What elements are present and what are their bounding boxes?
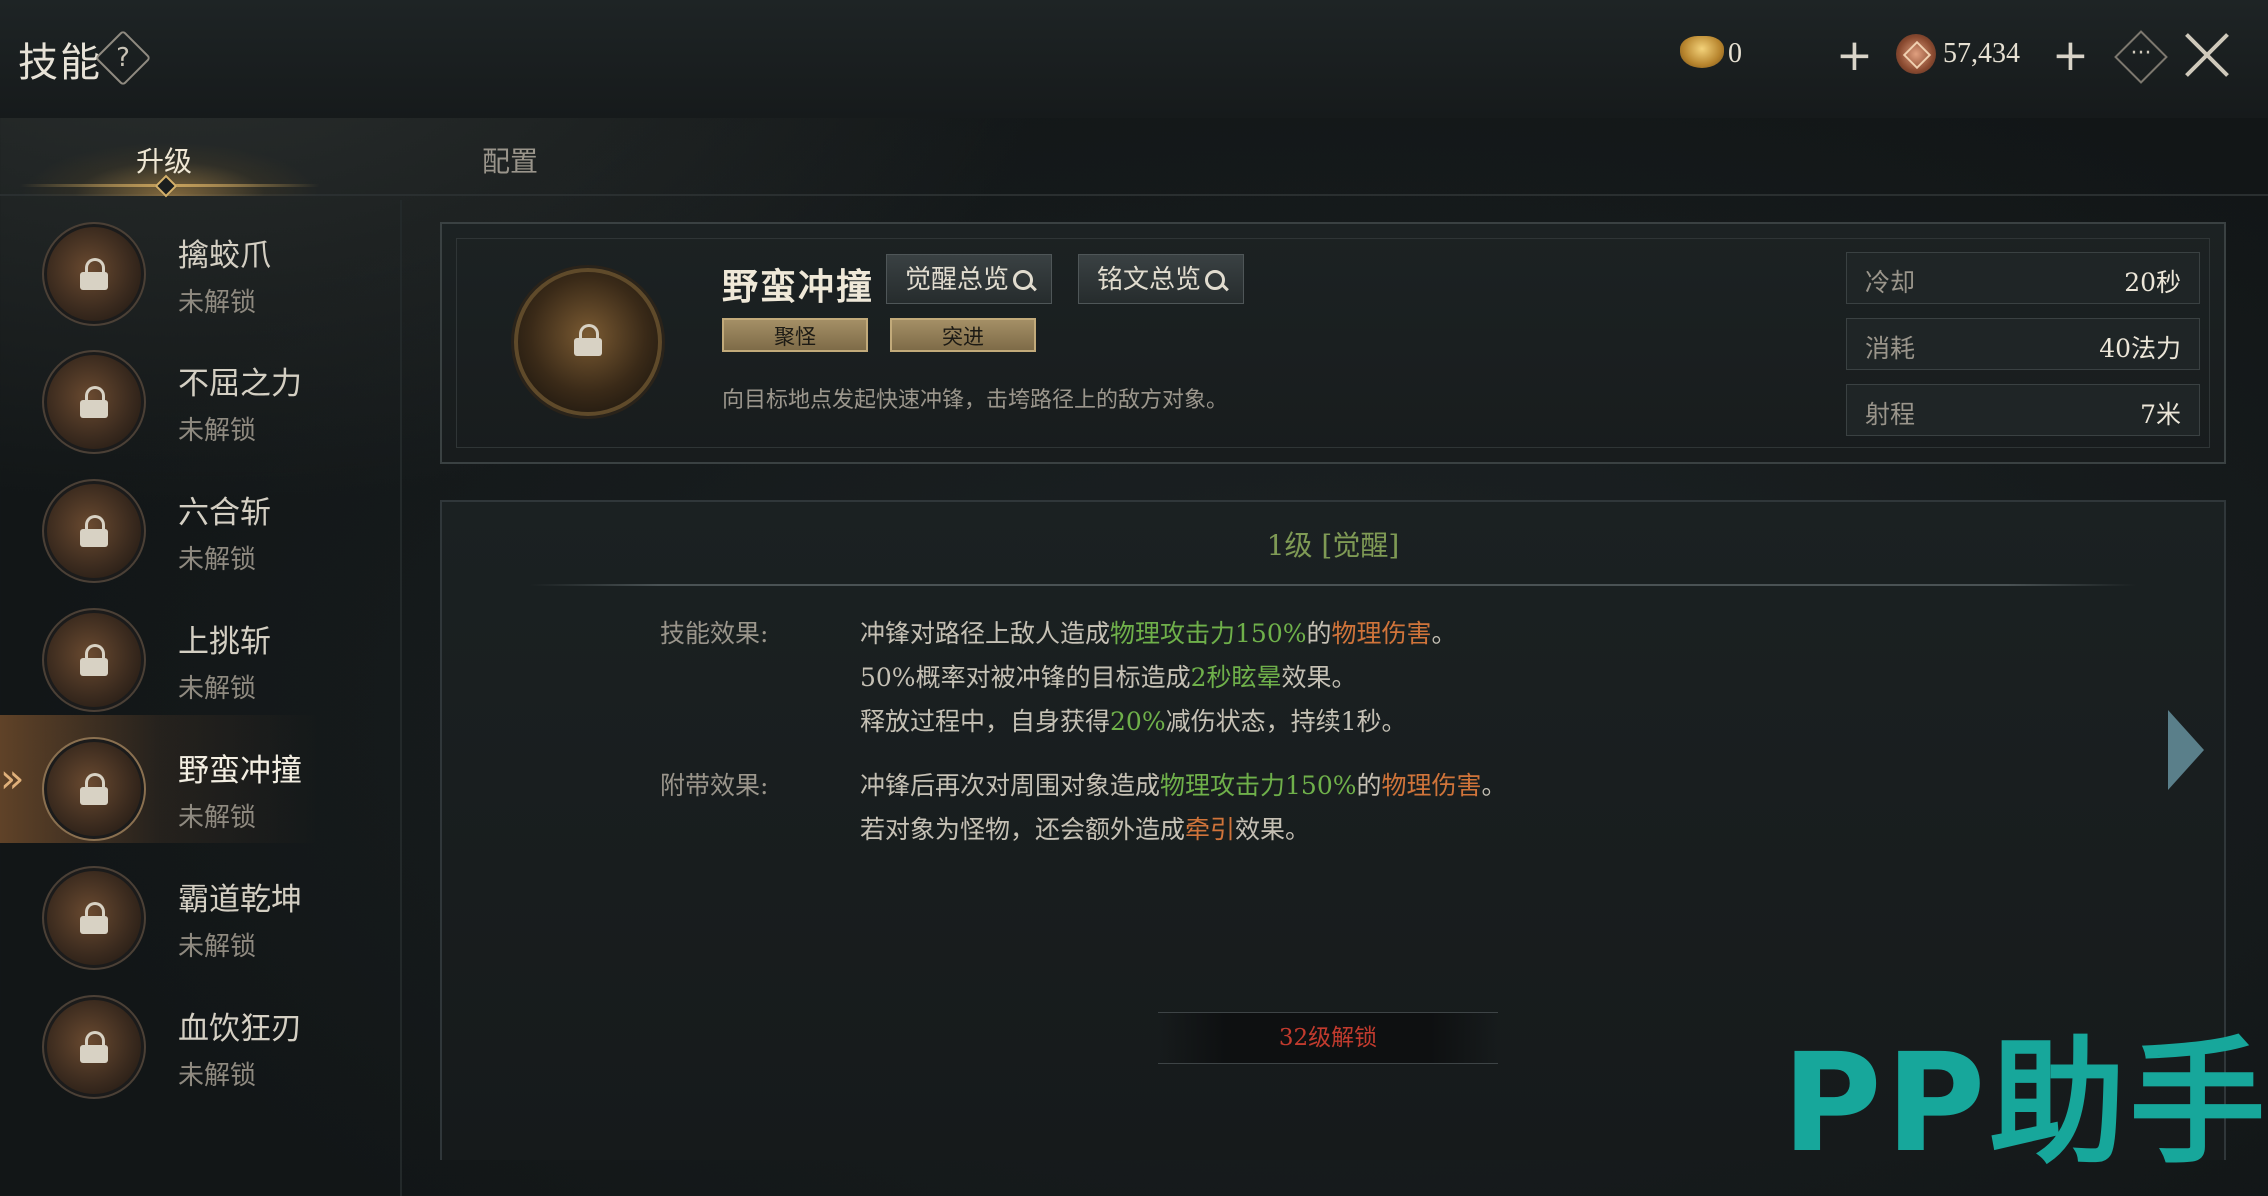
search-icon [1013,270,1034,290]
lock-icon [78,386,110,418]
stat-cost: 消耗 40法力 [1846,318,2200,370]
skill-status: 未解锁 [178,803,257,833]
help-button[interactable]: ? [94,29,152,87]
skill-status: 未解锁 [178,288,257,318]
gold-ingot-icon [1680,36,1724,68]
skill-item-selected[interactable]: » 野蛮冲撞 未解锁 [0,715,398,843]
coin-amount: 57,434 [1943,38,2020,69]
effect-line: 冲锋后再次对周围对象造成物理攻击力150%的物理伤害。 [860,771,1507,800]
divider [530,584,2136,586]
lock-icon [78,1031,110,1063]
skill-icon [42,995,146,1099]
skill-status: 未解锁 [178,416,257,446]
inscription-overview-label: 铭文总览 [1097,265,1202,295]
skill-icon [42,866,146,970]
skill-effect-label: 技能效果: [660,619,769,648]
selected-arrow-icon: » [0,756,25,802]
lock-icon [572,324,604,356]
tab-upgrade[interactable]: 升级 [136,140,192,180]
effect-line: 冲锋对路径上敌人造成物理攻击力150%的物理伤害。 [860,619,1457,648]
skill-icon [42,608,146,712]
unlock-level-banner: 32级解锁 [1158,1012,1498,1064]
skill-name: 血饮狂刃 [178,1011,302,1047]
skill-name: 霸道乾坤 [178,882,302,918]
selected-skill-icon [514,268,662,416]
tab-bar: 升级 配置 [0,118,2268,196]
skill-tag: 突进 [890,318,1036,352]
level-title: 1级 [觉醒] [1266,529,1400,562]
stat-label: 射程 [1865,400,1916,429]
add-coin-button[interactable]: + [2052,34,2089,78]
skill-tag: 聚怪 [722,318,868,352]
awaken-overview-button[interactable]: 觉醒总览 [886,254,1053,304]
effect-line: 若对象为怪物，还会额外造成牵引效果。 [860,815,1311,844]
inscription-overview-button[interactable]: 铭文总览 [1078,254,1245,304]
skill-detail-panel: 野蛮冲撞 觉醒总览 铭文总览 聚怪 突进 向目标地点发起快速冲锋，击垮路径上的敌… [440,222,2226,464]
skill-item[interactable]: 六合斩 未解锁 [0,457,398,585]
more-icon: ··· [2130,41,2152,66]
skill-item[interactable]: 霸道乾坤 未解锁 [0,844,398,972]
more-button[interactable]: ··· [2114,30,2168,84]
skill-list: 擒蛟爪 未解锁 不屈之力 未解锁 六合斩 未解锁 上挑斩 未解锁 » 野蛮冲撞 … [0,200,402,1196]
stat-value: 20秒 [2124,268,2181,297]
skill-icon [42,350,146,454]
stat-label: 冷却 [1865,268,1916,297]
lock-icon [78,773,110,805]
stat-value: 40法力 [2099,334,2181,363]
skill-description: 向目标地点发起快速冲锋，击垮路径上的敌方对象。 [722,388,1229,413]
tab-config[interactable]: 配置 [482,140,538,180]
stat-value: 7米 [2140,400,2181,429]
search-icon [1205,270,1226,290]
skill-item[interactable]: 不屈之力 未解锁 [0,328,398,456]
skill-name: 野蛮冲撞 [178,753,302,789]
gold-amount: 0 [1728,38,1742,69]
skill-status: 未解锁 [178,674,257,704]
stat-label: 消耗 [1865,334,1916,363]
lock-icon [78,644,110,676]
effect-line: 50%概率对被冲锋的目标造成2秒眩晕效果。 [860,663,1357,692]
help-icon: ? [116,43,130,73]
extra-effect-label: 附带效果: [660,771,769,800]
watermark-logo: PP助手 [1782,1025,2268,1183]
top-bar: 技能 ? 0 + 57,434 + ··· [0,0,2268,118]
skill-icon [42,737,146,841]
stat-range: 射程 7米 [1846,384,2200,436]
skill-status: 未解锁 [178,545,257,575]
page-title: 技能 [18,40,102,86]
next-level-arrow-icon[interactable] [2168,710,2204,790]
skill-item[interactable]: 擒蛟爪 未解锁 [0,200,398,328]
skill-name: 六合斩 [178,495,271,531]
skill-icon [42,479,146,583]
skill-name: 擒蛟爪 [178,238,271,274]
effect-line: 释放过程中，自身获得20%减伤状态，持续1秒。 [860,707,1407,736]
awaken-overview-label: 觉醒总览 [905,265,1010,295]
skill-item[interactable]: 血饮狂刃 未解锁 [0,973,398,1101]
stat-cooldown: 冷却 20秒 [1846,252,2200,304]
skill-title: 野蛮冲撞 [722,266,875,308]
skill-item[interactable]: 上挑斩 未解锁 [0,586,398,714]
lock-icon [78,902,110,934]
skill-name: 不屈之力 [178,366,302,402]
skill-status: 未解锁 [178,932,257,962]
skill-icon [42,222,146,326]
add-gold-button[interactable]: + [1836,34,1873,78]
lock-icon [78,258,110,290]
lock-icon [78,515,110,547]
coin-icon [1896,34,1936,74]
close-button[interactable] [2182,30,2232,80]
skill-name: 上挑斩 [178,624,271,660]
skill-status: 未解锁 [178,1061,257,1091]
